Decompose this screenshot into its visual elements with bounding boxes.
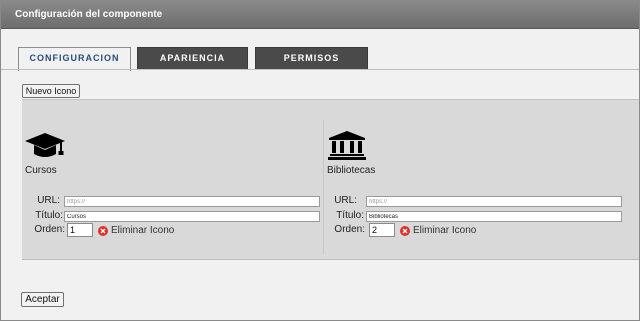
icons-panel: Cursos URL: Título: Orden: Eliminar Icon… bbox=[22, 99, 639, 259]
dialog-title: Configuración del componente bbox=[15, 9, 163, 20]
url-label: URL: bbox=[37, 195, 60, 206]
icon-name: Cursos bbox=[25, 165, 57, 176]
icon-name: Bibliotecas bbox=[327, 165, 376, 176]
tab-divider bbox=[1, 69, 639, 70]
accept-button[interactable]: Aceptar bbox=[21, 292, 64, 307]
icon-card-bibliotecas: Bibliotecas URL: Título: Orden: Eliminar… bbox=[323, 120, 623, 254]
tab-permisos[interactable]: PERMISOS bbox=[255, 47, 368, 70]
title-label: Título: bbox=[35, 210, 63, 221]
close-icon bbox=[400, 226, 410, 236]
order-field[interactable] bbox=[67, 223, 93, 237]
graduation-cap-icon bbox=[25, 133, 65, 157]
delete-icon-label: Eliminar Icono bbox=[413, 225, 477, 236]
close-icon bbox=[98, 226, 108, 236]
url-field[interactable] bbox=[366, 196, 622, 207]
tab-apariencia[interactable]: APARIENCIA bbox=[137, 47, 248, 70]
url-label: URL: bbox=[334, 195, 357, 206]
component-settings-dialog: Configuración del componente CONFIGURACI… bbox=[0, 0, 640, 321]
tab-bar: CONFIGURACION APARIENCIA PERMISOS bbox=[1, 47, 639, 71]
order-label: Orden: bbox=[334, 224, 365, 235]
dialog-titlebar[interactable]: Configuración del componente bbox=[1, 1, 639, 29]
order-field[interactable] bbox=[369, 223, 395, 237]
order-label: Orden: bbox=[34, 224, 65, 235]
tab-configuracion[interactable]: CONFIGURACION bbox=[18, 47, 131, 71]
title-field[interactable] bbox=[64, 211, 320, 222]
delete-icon-label: Eliminar Icono bbox=[111, 225, 175, 236]
url-field[interactable] bbox=[64, 196, 320, 207]
title-label: Título: bbox=[336, 210, 364, 221]
icon-card-cursos: Cursos URL: Título: Orden: Eliminar Icon… bbox=[22, 120, 322, 254]
new-icon-button[interactable]: Nuevo Icono bbox=[22, 84, 80, 98]
panel-divider bbox=[22, 259, 639, 260]
title-field[interactable] bbox=[366, 211, 622, 222]
library-icon bbox=[328, 131, 366, 160]
